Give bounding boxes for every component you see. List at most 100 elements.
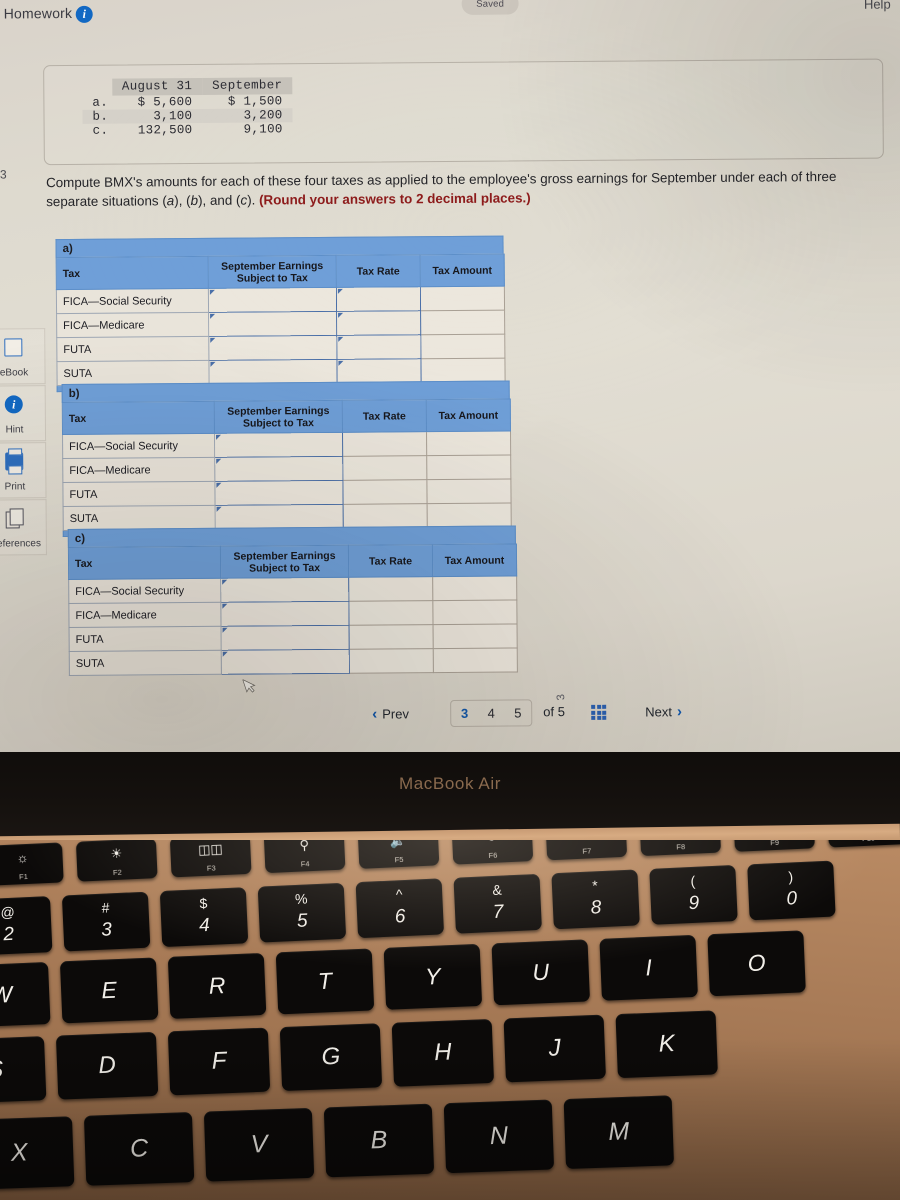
key-7[interactable]: & 7 xyxy=(453,873,542,934)
key-fn-label: F10 xyxy=(828,840,900,845)
input-rate[interactable] xyxy=(348,600,434,626)
input-earnings[interactable] xyxy=(220,601,350,627)
page-button-3[interactable]: 3 xyxy=(461,706,468,721)
sidebar-item-print[interactable]: Print xyxy=(0,442,47,499)
key-letter: C xyxy=(129,1134,149,1163)
next-button[interactable]: Next › xyxy=(645,703,682,720)
key-fn-label: F1 xyxy=(18,871,29,882)
input-earnings[interactable] xyxy=(221,625,350,651)
key-d[interactable]: D xyxy=(55,1031,159,1100)
key-y[interactable]: Y xyxy=(383,943,483,1010)
prompt-line-1: Compute BMX's amounts for each of these … xyxy=(45,168,837,191)
key-0[interactable]: ) 0 xyxy=(747,860,836,921)
key-2[interactable]: @2 xyxy=(0,896,53,956)
input-earnings[interactable] xyxy=(214,432,343,458)
key-m[interactable]: M xyxy=(563,1095,675,1170)
col-header-earnings: September Earnings Subject to Tax xyxy=(208,255,337,289)
sidebar-item-ebook[interactable]: eBook xyxy=(0,328,46,385)
key-f9[interactable]: ▶▶F9 xyxy=(733,840,815,852)
key-3[interactable]: #3 xyxy=(61,891,151,952)
key-9[interactable]: (9 xyxy=(649,864,738,925)
key-6[interactable]: ^ 6 xyxy=(355,878,445,939)
key-f5[interactable]: 🔈 F5 xyxy=(357,840,440,869)
key-f2[interactable]: ☀ F2 xyxy=(75,840,158,882)
key-b[interactable]: B xyxy=(323,1103,435,1178)
key-f4[interactable]: ⚲ F4 xyxy=(263,840,346,874)
input-rate[interactable] xyxy=(336,310,421,336)
key-c[interactable]: C xyxy=(83,1112,195,1186)
table-row: FICA—Medicare xyxy=(62,455,511,483)
key-n[interactable]: N xyxy=(443,1099,555,1174)
key-i[interactable]: I xyxy=(599,934,698,1001)
key-u[interactable]: U xyxy=(491,939,591,1006)
sidebar-item-references[interactable]: References xyxy=(0,499,47,556)
key-r[interactable]: R xyxy=(167,952,267,1019)
page-button-5[interactable]: 5 xyxy=(514,705,521,720)
key-5[interactable]: % 5 xyxy=(257,882,347,943)
input-rate[interactable] xyxy=(342,479,428,505)
input-rate[interactable] xyxy=(348,576,433,602)
input-earnings[interactable] xyxy=(208,359,338,385)
app-topbar: Homework i Saved Help xyxy=(0,0,898,30)
input-earnings[interactable] xyxy=(220,577,349,603)
help-link[interactable]: Help xyxy=(864,0,891,12)
key-f8[interactable]: ▶❙❙F8 xyxy=(639,840,722,857)
input-rate[interactable] xyxy=(336,286,421,312)
key-s[interactable]: S xyxy=(0,1036,47,1104)
input-rate[interactable] xyxy=(342,455,427,481)
key-f3[interactable]: ◫◫ F3 xyxy=(169,840,252,878)
grid-icon[interactable] xyxy=(591,704,607,720)
input-rate[interactable] xyxy=(336,334,421,360)
key-k[interactable]: K xyxy=(615,1010,718,1079)
input-rate[interactable] xyxy=(336,358,422,384)
given-col-august: August 31 xyxy=(111,77,203,96)
input-earnings[interactable] xyxy=(208,287,337,313)
rewind-icon: ◀◀ xyxy=(546,840,627,842)
key-t[interactable]: T xyxy=(275,948,375,1015)
sidebar-item-hint[interactable]: i Hint xyxy=(0,385,47,442)
macbook-air-label: MacBook Air xyxy=(398,774,502,793)
input-rate[interactable] xyxy=(342,431,427,457)
key-h[interactable]: H xyxy=(391,1018,495,1087)
input-earnings[interactable] xyxy=(214,480,344,506)
input-rate[interactable] xyxy=(349,648,434,674)
key-f1[interactable]: ☼ F1 xyxy=(0,842,64,886)
col-header-earnings-l2: Subject to Tax xyxy=(249,561,321,575)
key-fn-label: F5 xyxy=(394,854,404,865)
key-v[interactable]: V xyxy=(203,1107,315,1182)
table-row: FUTA xyxy=(69,623,518,652)
page-button-4[interactable]: 4 xyxy=(488,706,495,721)
key-f6[interactable]: ☾ F6 xyxy=(451,840,534,865)
key-j[interactable]: J xyxy=(503,1014,606,1083)
mouse-cursor xyxy=(242,678,256,693)
key-g[interactable]: G xyxy=(279,1023,383,1092)
input-rate[interactable] xyxy=(343,503,428,529)
key-4[interactable]: $4 xyxy=(159,887,249,948)
key-number: 3 xyxy=(100,919,113,941)
key-8[interactable]: * 8 xyxy=(551,869,640,930)
input-earnings[interactable] xyxy=(221,649,350,675)
status-badge: Saved xyxy=(461,0,519,15)
input-earnings[interactable] xyxy=(208,311,337,337)
table-row: FICA—Social Security xyxy=(62,431,511,459)
info-icon[interactable]: i xyxy=(75,5,93,23)
input-earnings[interactable] xyxy=(214,456,343,482)
prev-button[interactable]: ‹ Prev xyxy=(372,705,409,723)
row-label-tax: FICA—Medicare xyxy=(68,602,222,628)
output-amount xyxy=(433,623,518,649)
key-w[interactable]: W xyxy=(0,961,51,1028)
input-earnings[interactable] xyxy=(215,504,344,530)
output-amount xyxy=(426,479,512,504)
key-f[interactable]: F xyxy=(167,1027,271,1096)
key-f7[interactable]: ◀◀ F7 xyxy=(545,840,628,861)
key-x[interactable]: X xyxy=(0,1116,75,1190)
key-number: 9 xyxy=(688,892,700,915)
key-letter: E xyxy=(100,976,118,1004)
input-rate[interactable] xyxy=(349,624,434,650)
key-o[interactable]: O xyxy=(707,930,806,997)
key-f10[interactable]: germ;🔇F10 xyxy=(827,840,900,848)
input-earnings[interactable] xyxy=(208,335,337,361)
pagination-bar: ‹ Prev 3 4 5 3 of 5 Next › xyxy=(363,693,723,733)
key-e[interactable]: E xyxy=(59,957,159,1024)
table-row: c. 132,500 9,100 xyxy=(83,122,293,138)
